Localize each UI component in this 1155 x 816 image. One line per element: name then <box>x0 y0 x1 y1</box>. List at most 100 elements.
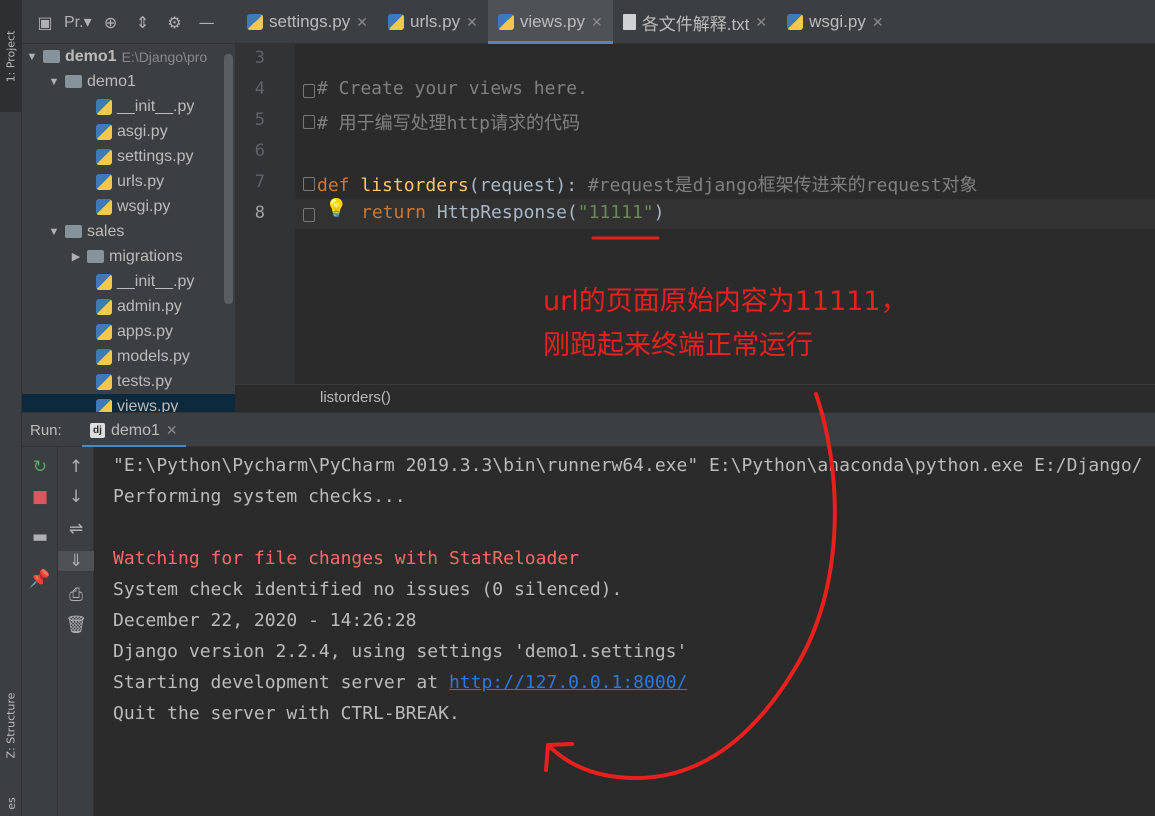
tree-file[interactable]: tests.py <box>96 369 172 394</box>
project-view-dropdown[interactable]: Pr.▾ <box>64 12 92 32</box>
close-icon[interactable]: ✕ <box>166 422 178 439</box>
close-icon[interactable]: ✕ <box>356 14 368 31</box>
locate-file-icon[interactable]: ⊕ <box>98 13 124 32</box>
python-file-icon <box>787 14 804 30</box>
tree-folder-migrations[interactable]: ▶ migrations <box>70 244 183 269</box>
tab-settings-py[interactable]: settings.py ✕ <box>237 0 378 44</box>
console-line: Starting development server at http://12… <box>113 672 687 693</box>
project-tool-tab[interactable]: 1: Project <box>0 0 22 112</box>
python-file-icon <box>96 98 112 115</box>
tree-item-label: wsgi.py <box>117 197 171 215</box>
breadcrumb[interactable]: listorders() <box>320 389 391 406</box>
line-number: 4 <box>254 79 265 99</box>
trash-icon[interactable]: 🗑 <box>58 615 94 635</box>
close-icon[interactable]: ✕ <box>755 14 767 31</box>
tree-root-label: demo1 <box>65 47 117 65</box>
annotation-line-2: 刚跑起来终端正常运行 <box>543 330 813 361</box>
python-file-icon <box>96 123 112 140</box>
function-name: listorders <box>360 175 469 196</box>
code-line-7: def listorders(request): #request是django… <box>317 171 978 197</box>
annotation-text: url的页面原始内容为11111， 刚跑起来终端正常运行 <box>543 280 908 368</box>
python-file-icon <box>96 373 112 390</box>
chevron-down-icon[interactable]: ▼ <box>26 51 38 63</box>
tree-item-label: urls.py <box>117 172 165 190</box>
python-file-icon <box>96 398 112 412</box>
tree-item-label: tests.py <box>117 372 173 390</box>
close-icon[interactable]: ✕ <box>466 14 478 31</box>
tree-root-demo1[interactable]: ▼ demo1 E:\Django\pro <box>26 44 208 69</box>
tree-folder-sales[interactable]: ▼ sales <box>48 219 125 244</box>
python-file-icon <box>96 273 112 290</box>
tree-file[interactable]: asgi.py <box>96 119 168 144</box>
soft-wrap-icon[interactable]: ⇌ <box>58 519 94 539</box>
minimize-icon[interactable]: — <box>194 13 220 32</box>
django-icon: dj <box>90 423 105 438</box>
chevron-right-icon[interactable]: ▶ <box>70 250 82 263</box>
keyword-return: return <box>361 202 427 223</box>
console-line: System check identified no issues (0 sil… <box>113 579 623 600</box>
tree-item-label: demo1 <box>87 72 136 90</box>
close-icon[interactable]: ✕ <box>872 14 884 31</box>
annotation-line-1: url的页面原始内容为11111， <box>543 286 908 317</box>
fold-marker-icon[interactable] <box>303 177 315 191</box>
tree-file[interactable]: settings.py <box>96 144 193 169</box>
tree-file[interactable]: admin.py <box>96 294 182 319</box>
arrow-down-icon[interactable]: ↓ <box>58 487 94 507</box>
folder-icon <box>65 225 82 238</box>
tab-file-notes-txt[interactable]: 各文件解释.txt ✕ <box>613 0 777 44</box>
tab-label: wsgi.py <box>809 12 866 31</box>
project-window-icon: ▣ <box>37 12 53 32</box>
server-url-link[interactable]: http://127.0.0.1:8000/ <box>449 672 687 693</box>
tree-file-selected[interactable]: views.py <box>96 394 178 412</box>
project-tool-tab-label: 1: Project <box>4 30 18 82</box>
favorites-tool-tab[interactable]: es <box>0 790 22 816</box>
tab-views-py[interactable]: views.py ✕ <box>487 0 613 44</box>
project-panel-toolbar: ▣ Pr.▾ ⊕ ⇕ ⚙ — <box>22 0 235 44</box>
chevron-down-icon[interactable]: ▼ <box>48 226 60 238</box>
tree-item-label: asgi.py <box>117 122 168 140</box>
console-line: Quit the server with CTRL-BREAK. <box>113 703 460 724</box>
tree-file[interactable]: models.py <box>96 344 190 369</box>
fold-marker-icon[interactable] <box>303 208 315 222</box>
gear-icon[interactable]: ⚙ <box>162 13 188 32</box>
left-tool-strip: 1: Project Z: Structure es <box>0 0 22 816</box>
run-label: Run: <box>30 422 62 439</box>
stop-icon[interactable]: ■ <box>22 487 58 507</box>
tree-item-label: __init__.py <box>117 272 195 290</box>
arrow-up-icon[interactable]: ↑ <box>58 457 94 477</box>
console-line: December 22, 2020 - 14:26:28 <box>113 610 417 631</box>
print-icon[interactable]: ⎙ <box>58 585 94 605</box>
python-file-icon <box>96 348 112 365</box>
tree-file[interactable]: urls.py <box>96 169 164 194</box>
rerun-icon[interactable]: ↻ <box>22 457 58 477</box>
tree-item-label: admin.py <box>117 297 182 315</box>
tree-file[interactable]: apps.py <box>96 319 173 344</box>
fold-marker-icon[interactable] <box>303 115 315 129</box>
line-number: 8 <box>254 203 265 223</box>
tree-file[interactable]: wsgi.py <box>96 194 170 219</box>
tab-label: settings.py <box>269 12 351 31</box>
fold-marker-icon[interactable] <box>303 84 315 98</box>
inline-comment: #request是django框架传进来的request对象 <box>587 175 978 196</box>
tree-item-label: __init__.py <box>117 97 195 115</box>
layout-icon[interactable]: ▬ <box>22 527 58 547</box>
collapse-all-icon[interactable]: ⇕ <box>130 13 156 32</box>
tree-scrollbar[interactable] <box>224 54 233 304</box>
scroll-to-end-icon[interactable]: ⇓ <box>58 551 94 571</box>
tree-file[interactable]: __init__.py <box>96 269 194 294</box>
chevron-down-icon[interactable]: ▼ <box>48 76 60 88</box>
folder-icon <box>65 75 82 88</box>
tree-file[interactable]: __init__.py <box>96 94 194 119</box>
tree-item-label: apps.py <box>117 322 174 340</box>
tab-urls-py[interactable]: urls.py ✕ <box>378 0 488 44</box>
pin-icon[interactable]: 📌 <box>22 569 58 589</box>
close-icon[interactable]: ✕ <box>591 14 603 31</box>
editor-gutter: 3 4 5 6 7 8 <box>235 44 295 384</box>
run-tab-demo1[interactable]: dj demo1 ✕ <box>82 413 186 448</box>
tree-folder-demo1[interactable]: ▼ demo1 <box>48 69 136 94</box>
structure-tool-tab[interactable]: Z: Structure <box>0 660 22 790</box>
lightbulb-icon[interactable]: 💡 <box>325 198 347 219</box>
tab-wsgi-py[interactable]: wsgi.py ✕ <box>777 0 893 44</box>
code-line-8: return HttpResponse("11111") <box>361 202 664 223</box>
run-console[interactable]: "E:\Python\Pycharm\PyCharm 2019.3.3\bin\… <box>94 447 1155 816</box>
